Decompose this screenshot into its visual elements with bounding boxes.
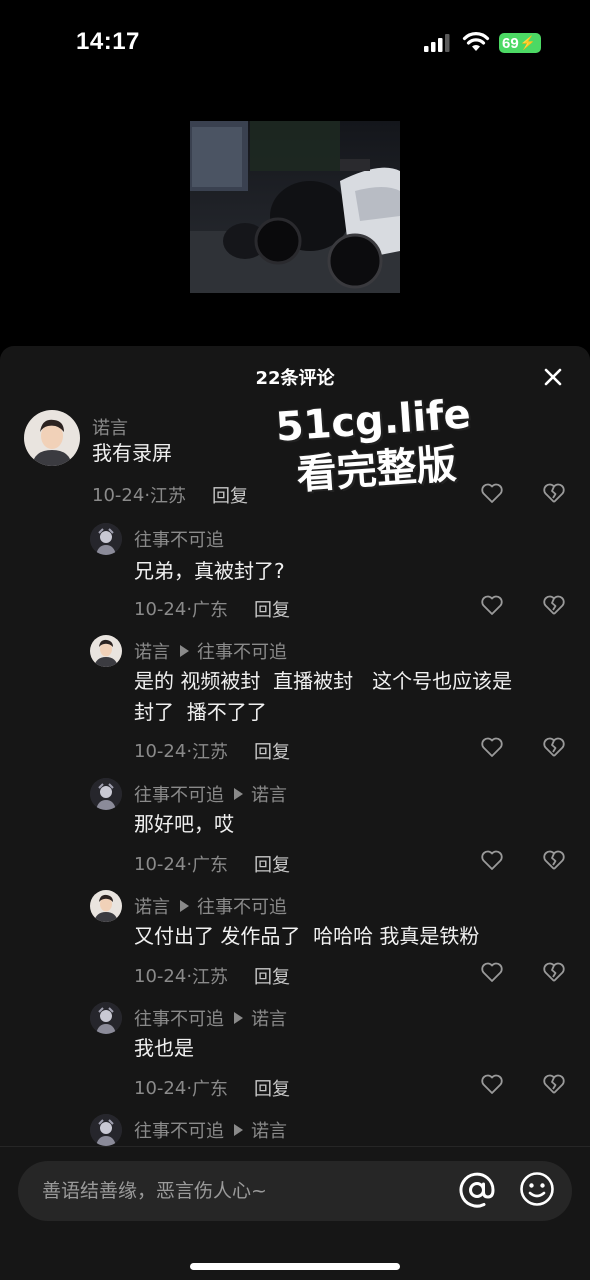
- comment-author: 诺言 往事不可追: [134, 893, 287, 919]
- reply-to-name[interactable]: 往事不可追: [197, 638, 287, 664]
- comment-text: 我也是: [134, 1036, 194, 1060]
- comment-location: 广东: [192, 1079, 229, 1100]
- author-name[interactable]: 诺言: [92, 414, 128, 440]
- avatar[interactable]: [90, 635, 122, 667]
- reply-button[interactable]: 回复: [254, 1075, 290, 1101]
- comment-date: 10-24: [134, 740, 187, 762]
- broken-heart-icon[interactable]: [542, 849, 566, 871]
- comment-location: 江苏: [150, 486, 187, 507]
- comment-location: 广东: [192, 600, 229, 621]
- reply-arrow-icon: [234, 1124, 243, 1136]
- comment-location: 江苏: [192, 742, 229, 763]
- reply-arrow-icon: [234, 1012, 243, 1024]
- wifi-icon: [462, 32, 490, 51]
- comment-author: 往事不可追 诺言: [134, 1117, 287, 1143]
- author-name[interactable]: 诺言: [134, 638, 170, 664]
- comment-author: 往事不可追: [134, 526, 224, 552]
- avatar[interactable]: [90, 890, 122, 922]
- heart-icon[interactable]: [480, 1073, 504, 1095]
- status-time: 14:17: [76, 28, 140, 55]
- broken-heart-icon[interactable]: [542, 961, 566, 983]
- watermark-overlay: 51cg.life 看完整版: [257, 390, 493, 504]
- reply-button[interactable]: 回复: [254, 963, 290, 989]
- broken-heart-icon[interactable]: [542, 736, 566, 758]
- comment-author: 诺言 往事不可追: [134, 638, 287, 664]
- comment-text: 是的 视频被封 直播被封 这个号也应该是 封了 播不了了: [134, 669, 513, 724]
- heart-icon[interactable]: [480, 961, 504, 983]
- battery-indicator: 69 ⚡: [499, 33, 541, 53]
- heart-icon[interactable]: [480, 736, 504, 758]
- charging-bolt-icon: ⚡: [519, 35, 536, 50]
- author-name[interactable]: 诺言: [134, 893, 170, 919]
- avatar[interactable]: [90, 1114, 122, 1146]
- avatar[interactable]: [24, 410, 80, 466]
- reply-arrow-icon: [180, 900, 189, 912]
- comment-input-bar: [0, 1146, 590, 1280]
- emoji-icon[interactable]: [519, 1171, 555, 1207]
- avatar[interactable]: [90, 778, 122, 810]
- comment-text: 我有录屏: [92, 441, 172, 465]
- author-name[interactable]: 往事不可追: [134, 1117, 224, 1143]
- comment-author: 往事不可追 诺言: [134, 781, 287, 807]
- comment-date: 10-24: [92, 484, 145, 506]
- comment-date: 10-24: [134, 598, 187, 620]
- heart-icon[interactable]: [480, 849, 504, 871]
- author-name[interactable]: 往事不可追: [134, 526, 224, 552]
- sheet-title: 22条评论: [255, 368, 335, 389]
- reply-button[interactable]: 回复: [254, 596, 290, 622]
- comment-date: 10-24: [134, 965, 187, 987]
- reply-to-name[interactable]: 诺言: [251, 1005, 287, 1031]
- reply-button[interactable]: 回复: [212, 482, 248, 508]
- status-bar: 14:17 69 ⚡: [0, 0, 590, 90]
- reply-to-name[interactable]: 往事不可追: [197, 893, 287, 919]
- broken-heart-icon[interactable]: [542, 1073, 566, 1095]
- reply-button[interactable]: 回复: [254, 851, 290, 877]
- comment-meta: 10-24 · 广东 回复: [134, 1075, 290, 1101]
- comment-date: 10-24: [134, 1077, 187, 1099]
- author-name[interactable]: 往事不可追: [134, 1005, 224, 1031]
- comment-text: 又付出了 发作品了 哈哈哈 我真是铁粉: [134, 924, 480, 948]
- comment-meta: 10-24 · 广东 回复: [134, 596, 290, 622]
- reply-to-name[interactable]: 诺言: [251, 781, 287, 807]
- avatar[interactable]: [90, 1002, 122, 1034]
- mention-at-icon[interactable]: [458, 1171, 496, 1209]
- reply-button[interactable]: 回复: [254, 738, 290, 764]
- comment-author: 往事不可追 诺言: [134, 1005, 287, 1031]
- home-indicator[interactable]: [190, 1263, 400, 1270]
- cellular-signal-icon: [424, 34, 450, 52]
- motorcycles-image: [190, 121, 400, 293]
- comment-text: 那好吧，哎: [134, 812, 234, 836]
- comment-location: 广东: [192, 855, 229, 876]
- heart-icon[interactable]: [480, 594, 504, 616]
- reply-to-name[interactable]: 诺言: [251, 1117, 287, 1143]
- broken-heart-icon[interactable]: [542, 482, 566, 504]
- comment-meta: 10-24 · 江苏 回复: [92, 482, 248, 508]
- battery-level: 69: [502, 34, 519, 52]
- comment-location: 江苏: [192, 967, 229, 988]
- avatar[interactable]: [90, 523, 122, 555]
- video-thumbnail[interactable]: [190, 121, 400, 293]
- comment-date: 10-24: [134, 853, 187, 875]
- reply-arrow-icon: [180, 645, 189, 657]
- comment-text: 兄弟，真被封了?: [134, 559, 285, 583]
- close-icon[interactable]: [542, 366, 564, 388]
- author-name[interactable]: 往事不可追: [134, 781, 224, 807]
- reply-arrow-icon: [234, 788, 243, 800]
- comment-author: 诺言: [92, 414, 128, 440]
- comment-meta: 10-24 · 江苏 回复: [134, 738, 290, 764]
- comment-meta: 10-24 · 江苏 回复: [134, 963, 290, 989]
- broken-heart-icon[interactable]: [542, 594, 566, 616]
- comment-meta: 10-24 · 广东 回复: [134, 851, 290, 877]
